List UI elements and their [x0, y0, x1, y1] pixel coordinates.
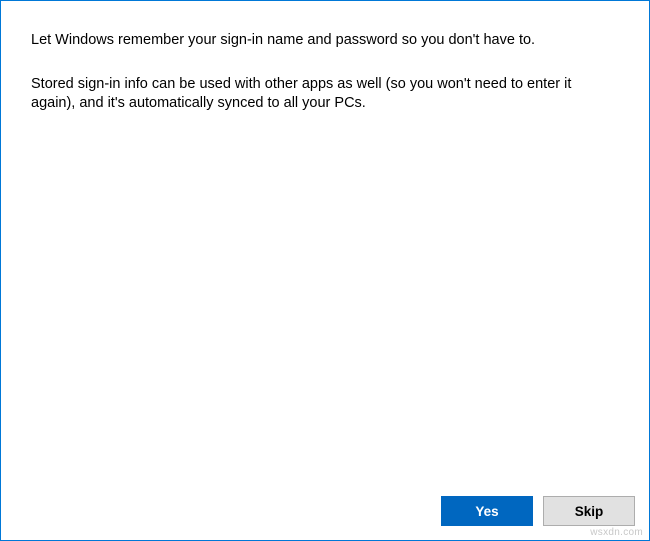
credential-dialog: Let Windows remember your sign-in name a…	[0, 0, 650, 541]
intro-text: Let Windows remember your sign-in name a…	[31, 31, 619, 51]
dialog-content: Let Windows remember your sign-in name a…	[1, 1, 649, 540]
skip-button[interactable]: Skip	[543, 496, 635, 526]
button-row: Yes Skip	[441, 496, 635, 526]
yes-button[interactable]: Yes	[441, 496, 533, 526]
detail-text: Stored sign-in info can be used with oth…	[31, 75, 619, 114]
